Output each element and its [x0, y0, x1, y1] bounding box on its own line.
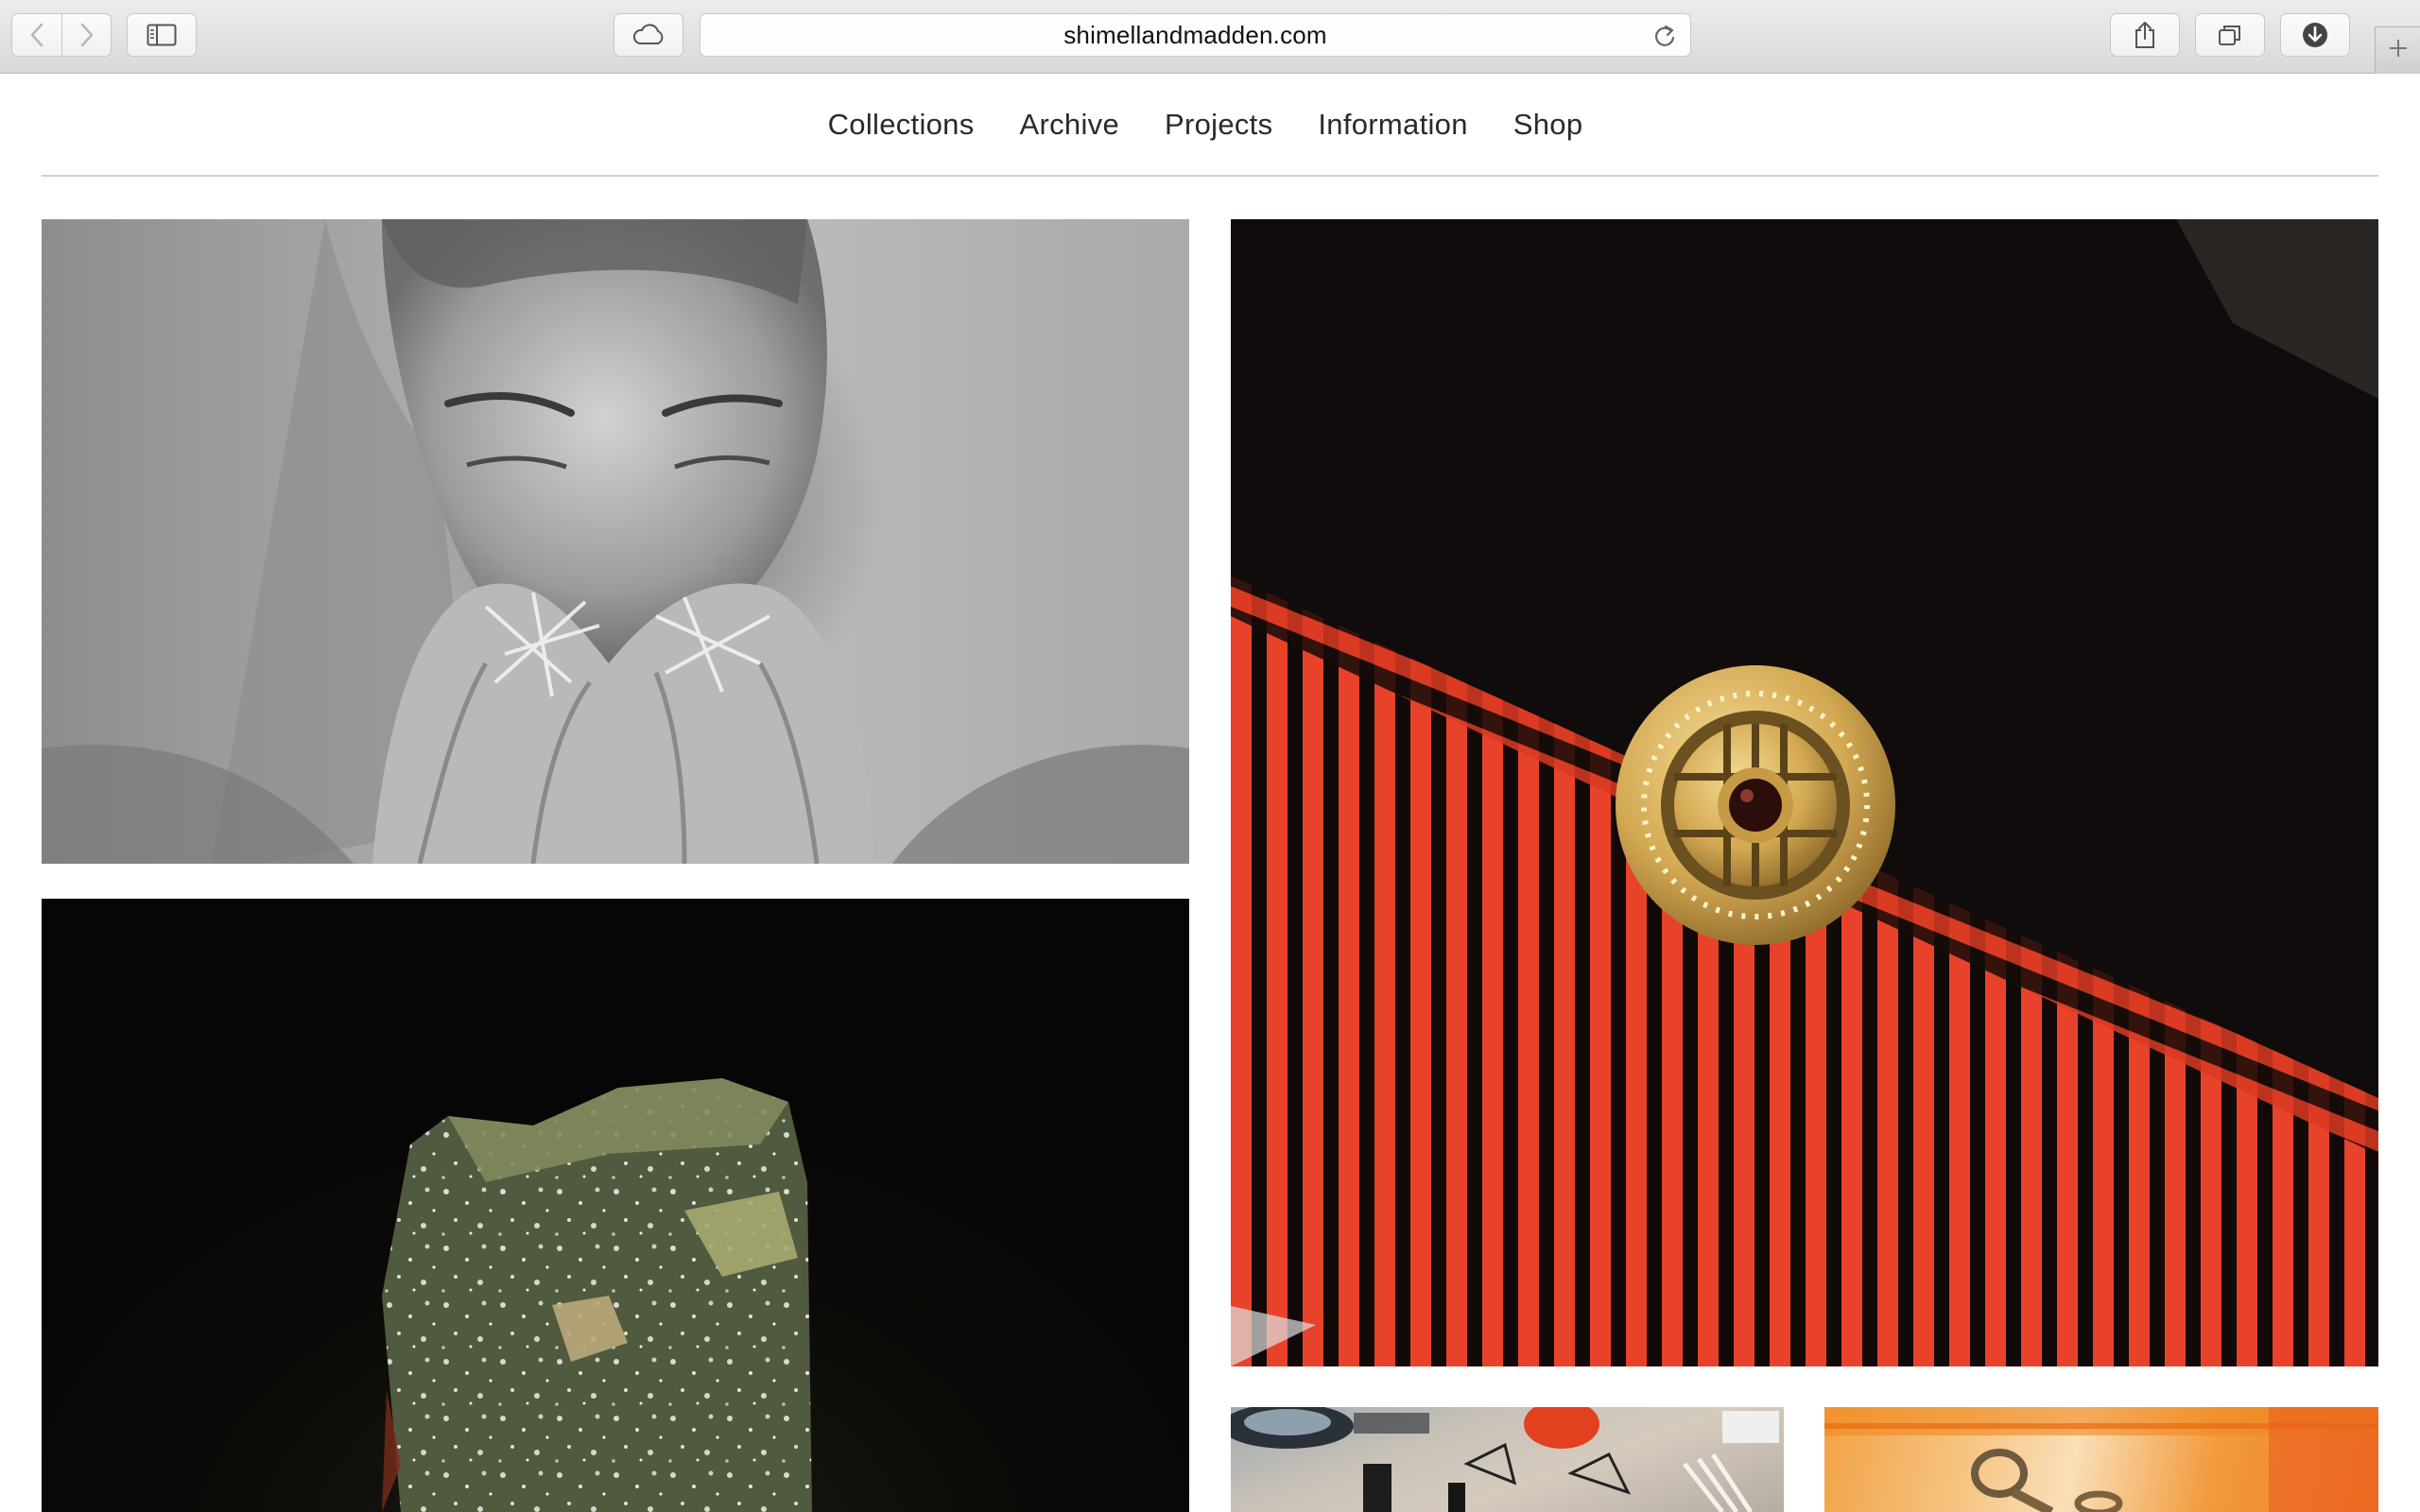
nav-collections[interactable]: Collections — [828, 108, 975, 142]
downloads-button[interactable] — [2280, 13, 2350, 57]
gold-ring-photo — [1231, 219, 2378, 1366]
address-bar[interactable]: shimellandmadden.com — [700, 13, 1691, 57]
orange-ring-photo — [1824, 1407, 2378, 1512]
workbench-photo — [1231, 1407, 1779, 1512]
tabs-overview-icon — [2217, 23, 2243, 47]
tabs-overview-button[interactable] — [2195, 13, 2265, 57]
new-tab-button[interactable] — [2375, 26, 2420, 74]
gallery-tile-orange-ring[interactable] — [1824, 1407, 2378, 1512]
back-icon — [29, 23, 44, 47]
nav-projects[interactable]: Projects — [1165, 108, 1272, 142]
portrait-photo — [42, 219, 1189, 864]
sidebar-icon — [147, 24, 177, 46]
gallery-tile-workbench[interactable] — [1231, 1407, 1784, 1512]
browser-toolbar: shimellandmadden.com — [0, 0, 2420, 74]
nav-information[interactable]: Information — [1318, 108, 1467, 142]
nav-shop[interactable]: Shop — [1513, 108, 1583, 142]
gallery-tile-gold-ring[interactable] — [1231, 219, 2378, 1366]
stone-photo — [382, 1078, 812, 1512]
url-text: shimellandmadden.com — [1063, 20, 1327, 49]
forward-button[interactable] — [62, 13, 112, 57]
icloud-tabs-icon — [631, 24, 666, 46]
nav-archive[interactable]: Archive — [1020, 108, 1119, 142]
forward-icon — [79, 23, 95, 47]
gallery-tile-portrait[interactable] — [42, 219, 1189, 864]
icloud-tabs-button[interactable] — [614, 13, 683, 57]
sidebar-button[interactable] — [127, 13, 197, 57]
site-navigation: Collections Archive Projects Information… — [42, 74, 2378, 177]
share-button[interactable] — [2110, 13, 2180, 57]
reload-icon[interactable] — [1652, 23, 1677, 54]
gallery-tile-stone[interactable] — [42, 899, 1189, 1512]
share-icon — [2134, 21, 2156, 49]
downloads-icon — [2301, 21, 2329, 49]
new-tab-icon — [2388, 38, 2409, 63]
back-button[interactable] — [11, 13, 62, 57]
